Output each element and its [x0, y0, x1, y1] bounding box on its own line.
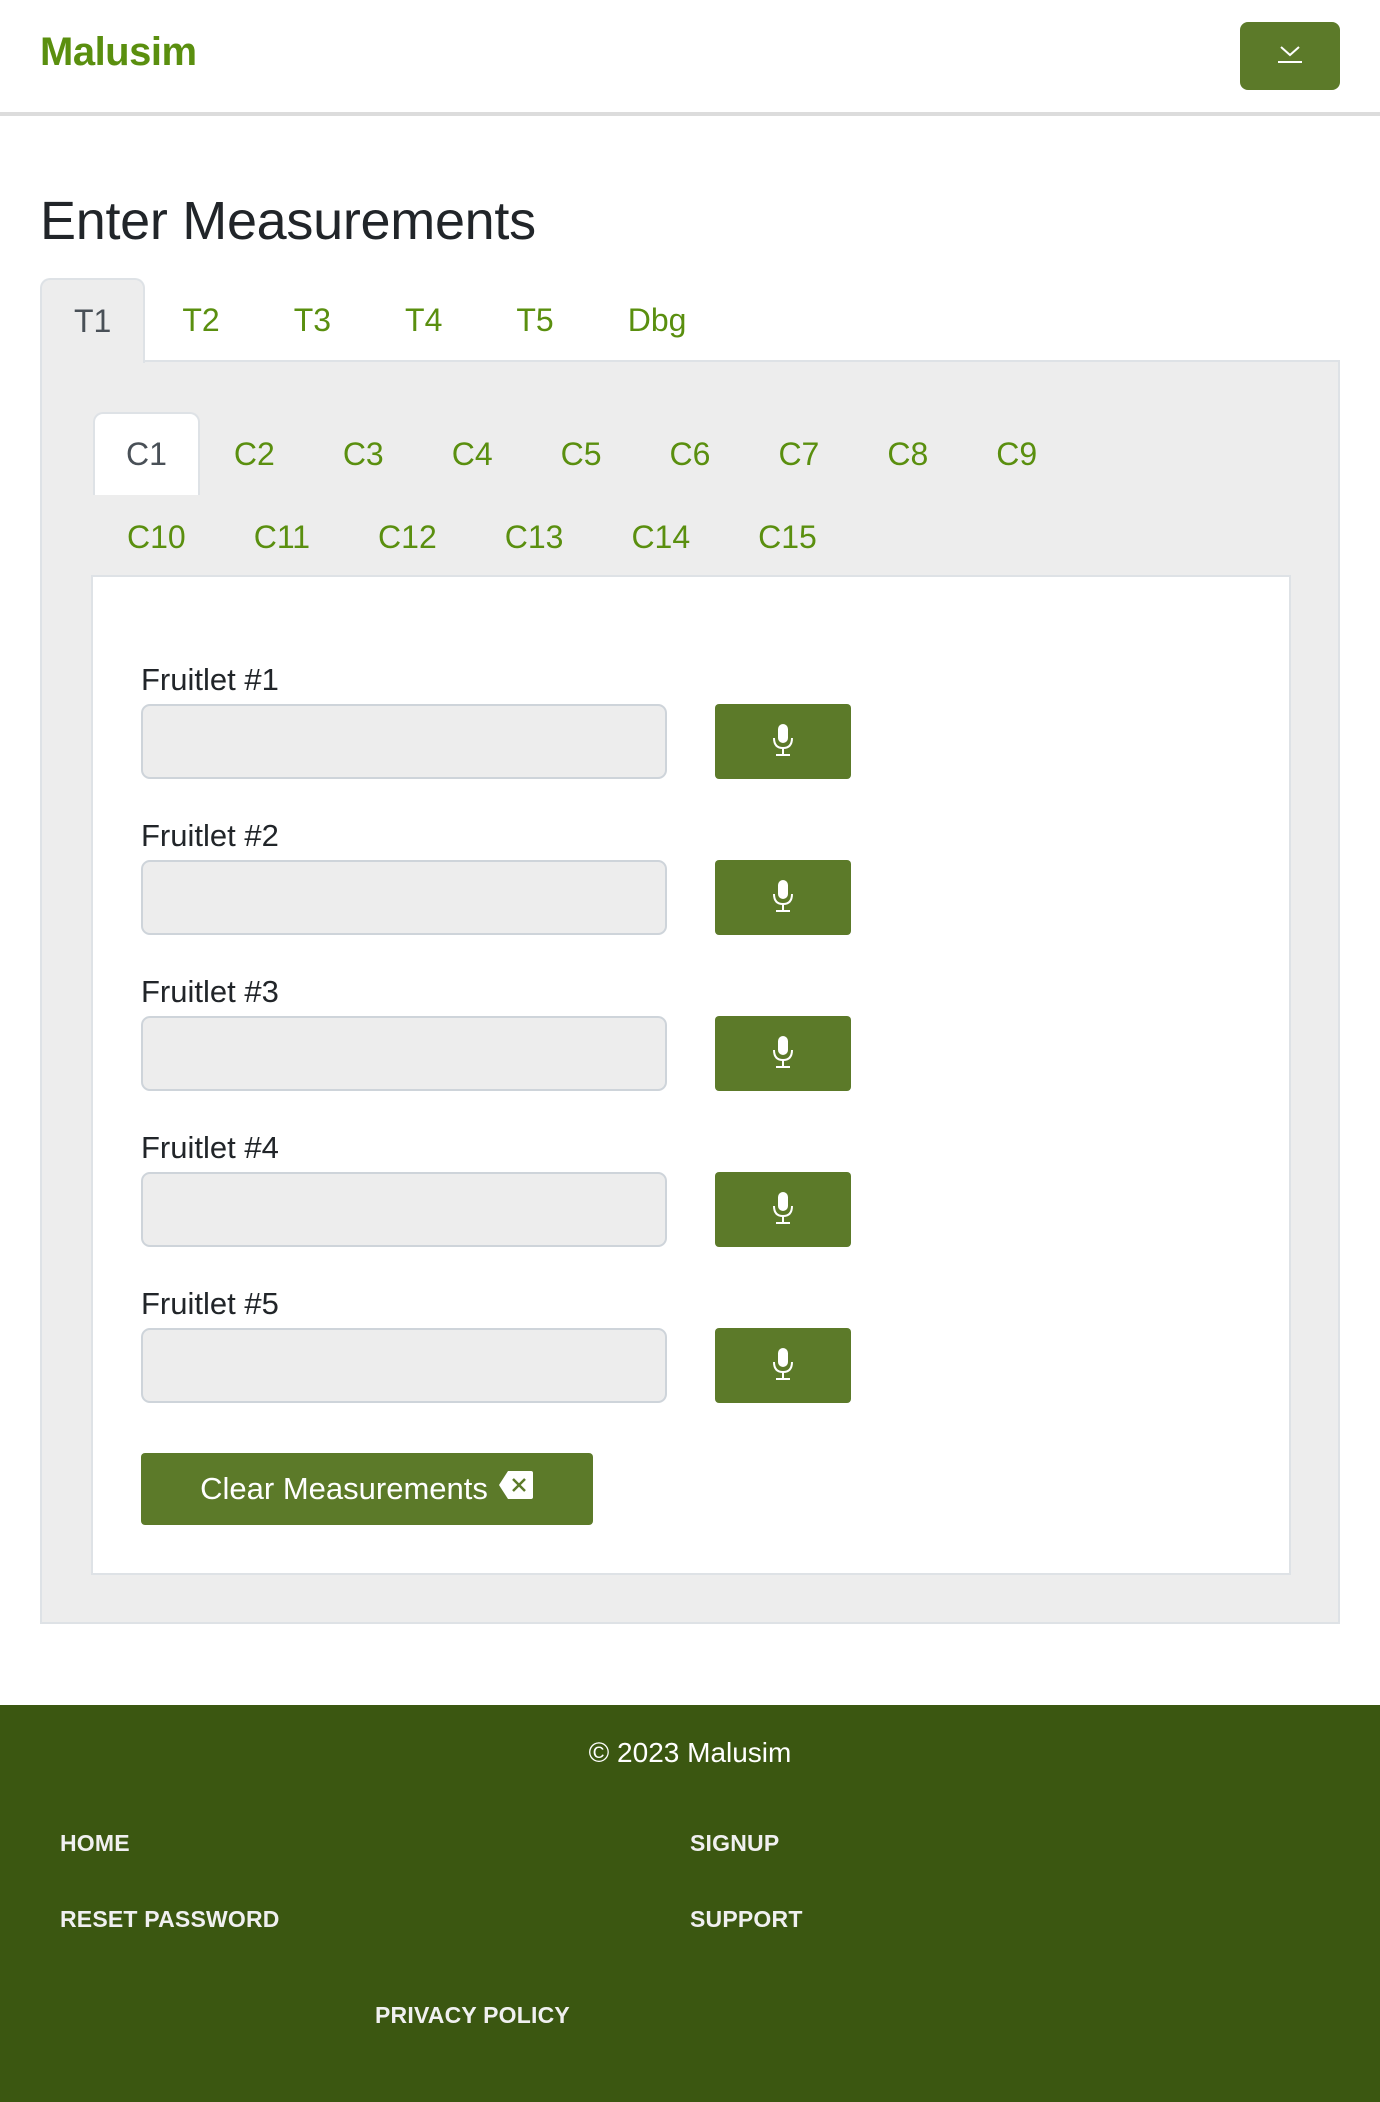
fruitlet-1-field: Fruitlet #1 [141, 660, 851, 779]
fruitlet-1-label: Fruitlet #1 [141, 662, 279, 697]
fruitlet-4-field: Fruitlet #4 [141, 1128, 851, 1247]
microphone-icon [771, 1347, 795, 1384]
tab-c9[interactable]: C9 [962, 412, 1071, 495]
footer-link-signup[interactable]: SIGNUP [690, 1830, 779, 1857]
tab-c1[interactable]: C1 [93, 412, 200, 495]
tab-c7[interactable]: C7 [744, 412, 853, 495]
tab-c4[interactable]: C4 [418, 412, 527, 495]
tab-t4[interactable]: T4 [368, 278, 479, 361]
microphone-icon [771, 723, 795, 760]
fruitlet-5-field: Fruitlet #5 [141, 1284, 851, 1403]
clear-measurements-button[interactable]: Clear Measurements [141, 1453, 593, 1525]
tab-c13[interactable]: C13 [471, 495, 598, 578]
tab-c10[interactable]: C10 [93, 495, 220, 578]
backspace-x-icon [498, 1470, 534, 1508]
tab-c6[interactable]: C6 [636, 412, 745, 495]
fruitlet-4-input[interactable] [141, 1172, 667, 1247]
download-chevron-icon [1275, 44, 1305, 69]
tab-c14[interactable]: C14 [597, 495, 724, 578]
navbar-toggle-button[interactable] [1240, 22, 1340, 90]
tab-t3[interactable]: T3 [257, 278, 368, 361]
cluster-tabs: C1 C2 C3 C4 C5 C6 C7 C8 C9 C10 C11 C12 C… [93, 412, 1293, 577]
tab-dbg[interactable]: Dbg [591, 278, 724, 361]
tab-t1[interactable]: T1 [40, 278, 146, 363]
fruitlet-3-field: Fruitlet #3 [141, 972, 851, 1091]
fruitlet-3-label: Fruitlet #3 [141, 974, 279, 1009]
clear-measurements-label: Clear Measurements [200, 1471, 488, 1506]
tab-c5[interactable]: C5 [527, 412, 636, 495]
page-footer: © 2023 Malusim HOME SIGNUP RESET PASSWOR… [0, 1705, 1380, 2102]
cluster-tabs-row-1: C1 C2 C3 C4 C5 C6 C7 C8 C9 [93, 412, 1293, 495]
tree-tab-panel: C1 C2 C3 C4 C5 C6 C7 C8 C9 C10 C11 C12 C… [40, 360, 1340, 1624]
top-navbar: Malusim [0, 0, 1380, 116]
fruitlet-4-mic-button[interactable] [715, 1172, 851, 1247]
footer-link-support[interactable]: SUPPORT [690, 1906, 803, 1933]
fruitlet-2-input[interactable] [141, 860, 667, 935]
fruitlet-4-label: Fruitlet #4 [141, 1130, 279, 1165]
tab-c3[interactable]: C3 [309, 412, 418, 495]
fruitlet-5-input[interactable] [141, 1328, 667, 1403]
tab-t2[interactable]: T2 [145, 278, 256, 361]
tab-c12[interactable]: C12 [344, 495, 471, 578]
footer-link-reset-password[interactable]: RESET PASSWORD [60, 1906, 280, 1933]
fruitlet-2-field: Fruitlet #2 [141, 816, 851, 935]
brand-logo[interactable]: Malusim [40, 30, 197, 75]
microphone-icon [771, 879, 795, 916]
fruitlet-2-mic-button[interactable] [715, 860, 851, 935]
tab-c11[interactable]: C11 [220, 495, 344, 578]
tab-t5[interactable]: T5 [479, 278, 590, 361]
tab-c2[interactable]: C2 [200, 412, 309, 495]
fruitlet-5-label: Fruitlet #5 [141, 1286, 279, 1321]
tab-c15[interactable]: C15 [724, 495, 851, 578]
tab-c8[interactable]: C8 [853, 412, 962, 495]
fruitlet-5-mic-button[interactable] [715, 1328, 851, 1403]
fruitlet-3-input[interactable] [141, 1016, 667, 1091]
fruitlet-1-input[interactable] [141, 704, 667, 779]
page-title: Enter Measurements [40, 191, 536, 251]
fruitlet-1-mic-button[interactable] [715, 704, 851, 779]
cluster-tab-panel: Fruitlet #1 Fruitlet #2 Fruitlet #3 Frui… [91, 575, 1291, 1575]
cluster-tabs-row-2: C10 C11 C12 C13 C14 C15 [93, 495, 1293, 577]
microphone-icon [771, 1191, 795, 1228]
fruitlet-3-mic-button[interactable] [715, 1016, 851, 1091]
tree-tabs: T1 T2 T3 T4 T5 Dbg [40, 278, 724, 363]
microphone-icon [771, 1035, 795, 1072]
fruitlet-2-label: Fruitlet #2 [141, 818, 279, 853]
footer-link-home[interactable]: HOME [60, 1830, 130, 1857]
copyright-text: © 2023 Malusim [588, 1737, 792, 1768]
footer-link-privacy-policy[interactable]: PRIVACY POLICY [375, 2002, 570, 2029]
